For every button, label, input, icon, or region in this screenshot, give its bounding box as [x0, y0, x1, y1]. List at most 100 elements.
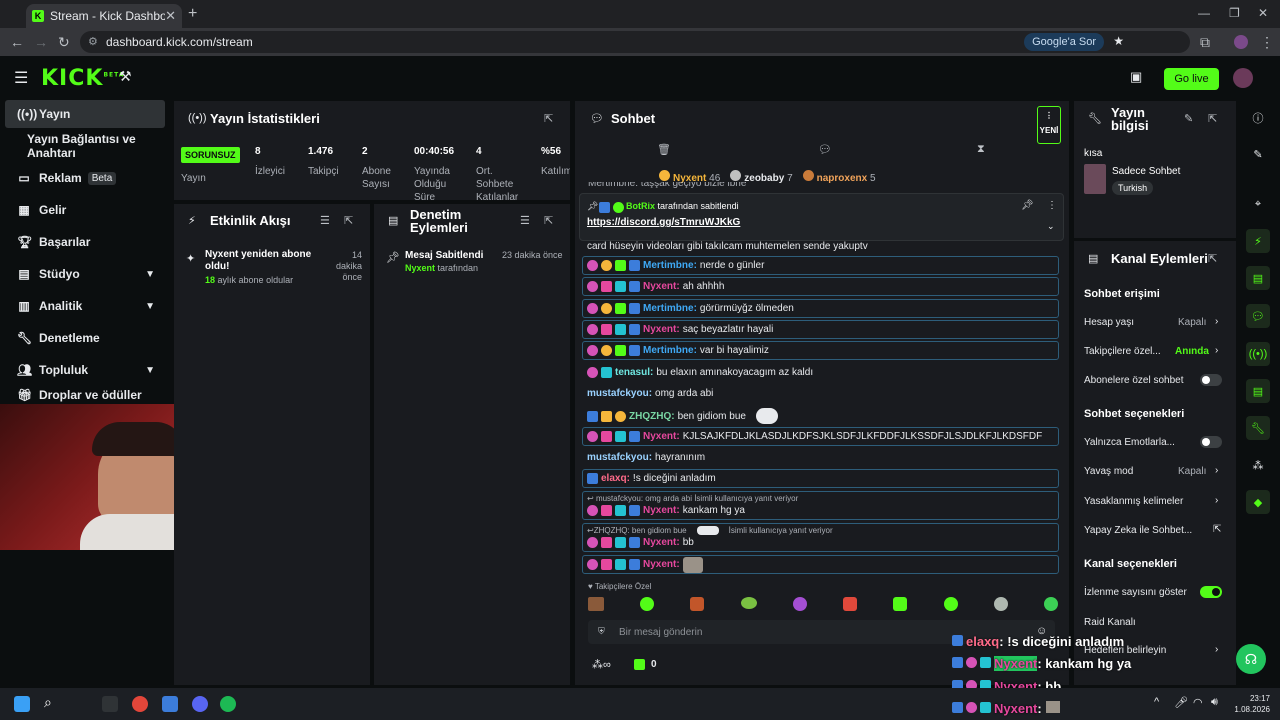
account-age-value[interactable]: Kapalı [1178, 317, 1206, 328]
chat-message[interactable]: Mertimbne: var bi hayalimiz [582, 341, 1059, 360]
channel-icon[interactable]: ▤ [1246, 379, 1270, 403]
taskbar-clock[interactable]: 23:17 1.08.2026 [1232, 693, 1270, 715]
banned-words-label[interactable]: Yasaklanmış kelimeler [1084, 496, 1183, 507]
pinned-link[interactable]: https://discord.gg/sTmruWJKkG [587, 217, 740, 228]
chat-user[interactable]: Nyxent: [643, 505, 680, 516]
chat-message[interactable]: Mertimbne: görürmüyğz ölmeden [582, 299, 1059, 318]
capcut-icon[interactable] [102, 696, 118, 712]
focus-icon[interactable]: ⌖ [1246, 192, 1270, 216]
browser-menu-icon[interactable]: ⋮ [1260, 34, 1274, 51]
chevron-right-icon[interactable]: › [1215, 345, 1218, 356]
browser-tab[interactable]: K Stream - Kick Dashboard ✕ [26, 4, 182, 28]
edit-icon[interactable]: ✎ [1184, 112, 1193, 125]
more-vertical-icon[interactable]: ⋮ [1047, 200, 1057, 211]
chat-user[interactable]: mustafckyou: [587, 452, 652, 463]
support-chat-icon[interactable]: ☊ [1236, 644, 1266, 674]
chat-bubble-icon[interactable]: 💬︎ [1246, 304, 1270, 328]
chat-user[interactable]: Mertimbne: [643, 260, 697, 271]
chat-user[interactable]: Nyxent: [643, 559, 680, 570]
chat-user[interactable]: tenasul: [615, 367, 653, 378]
sidebar-item-achievements[interactable]: 🏆︎ Başarılar [5, 228, 165, 256]
chevron-right-icon[interactable]: › [1215, 644, 1218, 655]
unpin-icon[interactable]: 📌︎ [1021, 200, 1034, 211]
emote-7[interactable] [893, 597, 908, 611]
popout-icon[interactable]: ⇱ [544, 214, 553, 227]
chat-user[interactable]: Mertimbne: [643, 345, 697, 356]
sidebar-item-stream-key[interactable]: Yayın Bağlantısı ve Anahtarı [5, 132, 165, 160]
popout-icon[interactable]: ⇱ [1208, 252, 1217, 265]
sidebar-item-revenue[interactable]: ▦ Gelir [5, 196, 165, 224]
slow-mode-value[interactable]: Kapalı [1178, 466, 1206, 477]
minimize-icon[interactable]: — [1198, 6, 1210, 20]
emote-3[interactable] [690, 597, 705, 611]
user-avatar[interactable] [1233, 68, 1253, 88]
sidebar-item-moderation[interactable]: 🔧︎ Denetleme [5, 324, 165, 352]
chat-message[interactable]: elaxq: !s diceğini anladım [582, 469, 1059, 488]
camera-icon[interactable]: ▣ [1130, 69, 1142, 85]
external-link-icon[interactable]: ⇱ [1213, 524, 1221, 535]
filter-icon[interactable]: ☰ [520, 214, 530, 227]
share-icon[interactable]: ⁂ [1246, 453, 1270, 477]
followers-only-label[interactable]: Takipçilere özel... [1084, 346, 1161, 357]
chat-user[interactable]: Nyxent: [643, 324, 680, 335]
windows-start-icon[interactable] [14, 696, 30, 712]
popout-icon[interactable]: ⇱ [1208, 112, 1217, 125]
hammer-icon[interactable]: ⚒ [119, 68, 132, 85]
emote-1[interactable] [588, 597, 604, 611]
emote-2[interactable] [640, 597, 655, 611]
sidebar-item-studio[interactable]: ▤ Stüdyo ▼ [5, 260, 165, 288]
emote-5[interactable] [792, 597, 807, 611]
chat-message-reply[interactable]: ↩ ZHQZHQ: ben gidiom bue İsimli kullanıcı… [582, 523, 1059, 552]
broadcast-icon[interactable]: ((•)) [1246, 342, 1270, 366]
sidebar-item-community[interactable]: 👥︎ Topluluk ▼ [5, 356, 165, 384]
chat-user[interactable]: mustafckyou: [587, 388, 652, 399]
kick-logo[interactable]: KICKBETA [41, 66, 124, 91]
chevron-right-icon[interactable]: › [1215, 316, 1218, 327]
url-input[interactable]: ⚙ dashboard.kick.com/stream Google'a Sor… [80, 31, 1190, 53]
chat-message[interactable]: ZHQZHQ: ben gidiom bue [582, 405, 1059, 427]
document-icon[interactable]: ▤ [1246, 266, 1270, 290]
emote-8[interactable] [943, 597, 958, 611]
raid-label[interactable]: Raid Kanalı [1084, 617, 1136, 628]
chat-user[interactable]: Nyxent: [643, 537, 680, 548]
chat-bubble-icon[interactable]: 💬︎ [818, 143, 832, 156]
spotify-icon[interactable] [220, 696, 236, 712]
hamburger-menu-icon[interactable]: ☰ [14, 68, 28, 88]
profile-avatar[interactable] [1234, 35, 1248, 49]
chat-message[interactable]: Nyxent: [582, 555, 1059, 574]
chat-user[interactable]: Nyxent: [643, 431, 680, 442]
show-viewers-toggle[interactable] [1200, 586, 1222, 598]
chat-user[interactable]: Mertimbne: [643, 303, 697, 314]
extensions-icon[interactable]: ⧉ [1200, 34, 1210, 51]
chat-message[interactable]: mustafckyou: omg arda abi [582, 384, 1059, 403]
ai-chat-label[interactable]: Yapay Zeka ile Sohbet... [1084, 525, 1192, 536]
channel-points-icon[interactable]: ⁂∞ [592, 658, 611, 671]
subs-only-toggle[interactable] [1200, 374, 1222, 386]
window-close-icon[interactable]: ✕ [1258, 6, 1268, 20]
emote-6[interactable] [843, 597, 858, 611]
info-icon[interactable]: ⓘ [1246, 106, 1270, 130]
chat-message[interactable]: Nyxent: ah ahhhh [582, 277, 1059, 296]
microphone-icon[interactable]: 🎤︎ [1174, 696, 1188, 709]
chat-message[interactable]: Mertimbne: nerde o günler [582, 256, 1059, 275]
emote-10[interactable] [1043, 597, 1058, 611]
chat-message[interactable]: mustafckyou: hayranınım [582, 448, 1059, 467]
chat-message[interactable]: Nyxent: saç beyazlatır hayali [582, 320, 1059, 339]
app-icon[interactable] [162, 696, 178, 712]
search-icon[interactable]: ⌕ [44, 694, 60, 710]
close-tab-icon[interactable]: ✕ [165, 8, 176, 24]
chat-message-reply[interactable]: ↩ mustafckyou: omg arda abi İsimli kulla… [582, 491, 1059, 520]
followers-only-value[interactable]: Anında [1175, 346, 1209, 357]
emote-9[interactable] [993, 597, 1008, 611]
forward-icon[interactable]: → [34, 34, 48, 50]
emotes-only-toggle[interactable] [1200, 436, 1222, 448]
sidebar-item-ads[interactable]: ▭ Reklam Beta [5, 164, 165, 192]
sidebar-item-analytics[interactable]: ▥ Analitik ▼ [5, 292, 165, 320]
slow-mode-label[interactable]: Yavaş mod [1084, 466, 1133, 477]
pinned-message[interactable]: 📌︎ BotRix tarafından sabitlendi 📌︎ ⋮ htt… [579, 193, 1064, 241]
maximize-icon[interactable]: ❐ [1229, 6, 1240, 20]
lightning-icon[interactable]: ⚡︎ [1246, 229, 1270, 253]
chrome-icon[interactable] [132, 696, 148, 712]
sidebar-item-stream[interactable]: ((•)) Yayın [5, 100, 165, 128]
wrench-icon[interactable]: 🔧︎ [1246, 416, 1270, 440]
